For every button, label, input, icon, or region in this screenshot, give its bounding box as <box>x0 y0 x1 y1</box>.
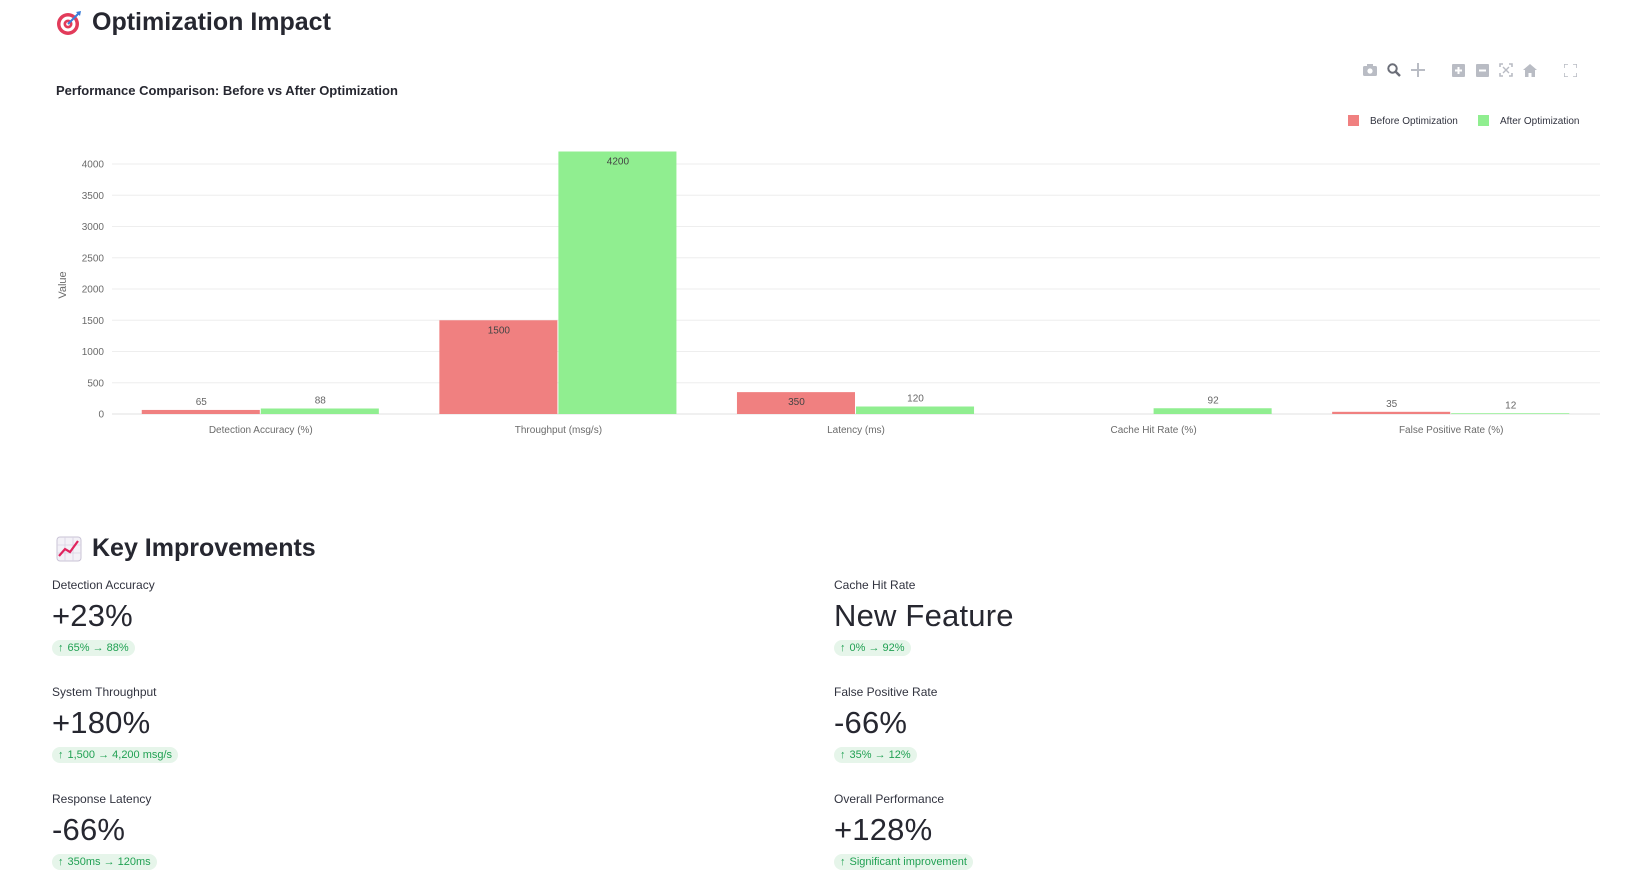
bar-after <box>558 151 677 414</box>
performance-chart: Performance Comparison: Before vs After … <box>0 80 1634 470</box>
metric-value: -66% <box>52 812 126 847</box>
metric-delta-text: 350ms → 120ms <box>67 856 151 868</box>
metric-delta-text: Significant improvement <box>849 856 967 868</box>
section-title-text: Key Improvements <box>92 534 316 562</box>
metric-value: -66% <box>834 705 908 740</box>
arrow-up-icon: ↑ <box>58 856 64 868</box>
y-tick-label: 2000 <box>82 285 105 296</box>
chart-increasing-icon <box>56 536 82 562</box>
metric-label: Response Latency <box>52 792 152 806</box>
bar-after <box>260 408 379 414</box>
x-tick-label: Detection Accuracy (%) <box>209 425 313 436</box>
metric-label: False Positive Rate <box>834 685 938 699</box>
legend-swatch <box>1348 115 1359 126</box>
data-label: 12 <box>1505 400 1517 411</box>
metric-response-latency: Response Latency -66% ↑ 350ms → 120ms <box>52 792 752 870</box>
y-tick-label: 3500 <box>82 191 105 202</box>
metric-delta-text: 0% → 92% <box>849 642 905 654</box>
metric-value: New Feature <box>834 598 1014 633</box>
y-tick-label: 0 <box>98 410 104 421</box>
legend-swatch <box>1478 115 1489 126</box>
metric-delta-text: 65% → 88% <box>67 642 129 654</box>
arrow-up-icon: ↑ <box>58 642 64 654</box>
x-tick-label: Latency (ms) <box>827 425 885 436</box>
metric-false-positive-rate: False Positive Rate -66% ↑ 35% → 12% <box>834 685 1534 763</box>
page-title: Optimization Impact <box>56 8 331 37</box>
data-label: 1500 <box>488 325 511 336</box>
metric-label: System Throughput <box>52 685 157 699</box>
metric-label: Overall Performance <box>834 792 945 806</box>
page-title-text: Optimization Impact <box>92 8 331 36</box>
y-tick-label: 3000 <box>82 222 105 233</box>
data-label: 92 <box>1208 395 1220 406</box>
bar-before <box>141 409 260 414</box>
metric-delta-text: 1,500 → 4,200 msg/s <box>67 749 173 761</box>
zoom-out-icon[interactable] <box>1474 62 1490 78</box>
y-tick-label: 1500 <box>82 316 105 327</box>
camera-icon[interactable] <box>1362 62 1378 78</box>
bar-after <box>856 406 975 414</box>
x-tick-label: Cache Hit Rate (%) <box>1111 425 1197 436</box>
metric-value: +128% <box>834 812 933 847</box>
y-tick-label: 1000 <box>82 347 105 358</box>
data-label: 88 <box>315 396 327 407</box>
arrow-up-icon: ↑ <box>840 642 846 654</box>
target-icon <box>56 10 82 36</box>
bar-after <box>1153 408 1272 414</box>
x-tick-label: False Positive Rate (%) <box>1399 425 1503 436</box>
arrow-up-icon: ↑ <box>840 856 846 868</box>
chart-modebar <box>1362 62 1578 78</box>
x-tick-label: Throughput (msg/s) <box>515 425 602 436</box>
reset-axes-icon[interactable] <box>1522 62 1538 78</box>
metric-delta-text: 35% → 12% <box>849 749 911 761</box>
metric-delta-badge: ↑ 0% → 92% <box>834 640 911 656</box>
legend-label: After Optimization <box>1500 116 1579 127</box>
y-tick-label: 4000 <box>82 160 105 171</box>
legend-label: Before Optimization <box>1370 116 1458 127</box>
metric-value: +180% <box>52 705 151 740</box>
metric-overall-performance: Overall Performance +128% ↑ Significant … <box>834 792 1534 870</box>
arrow-up-icon: ↑ <box>840 749 846 761</box>
metric-delta-badge: ↑ 350ms → 120ms <box>52 854 157 870</box>
y-axis-title: Value <box>57 271 69 298</box>
data-label: 120 <box>907 394 924 405</box>
autoscale-icon[interactable] <box>1498 62 1514 78</box>
bar-before <box>1332 411 1451 414</box>
zoom-in-icon[interactable] <box>1450 62 1466 78</box>
metric-delta-badge: ↑ 65% → 88% <box>52 640 135 656</box>
zoom-icon[interactable] <box>1386 62 1402 78</box>
metric-label: Detection Accuracy <box>52 578 155 592</box>
y-tick-label: 2500 <box>82 253 105 264</box>
fullscreen-icon[interactable] <box>1562 62 1578 78</box>
metric-value: +23% <box>52 598 133 633</box>
data-label: 35 <box>1386 399 1398 410</box>
pan-icon[interactable] <box>1410 62 1426 78</box>
data-label: 65 <box>196 397 208 408</box>
metric-cache-hit-rate: Cache Hit Rate New Feature ↑ 0% → 92% <box>834 578 1534 656</box>
metric-label: Cache Hit Rate <box>834 578 916 592</box>
y-tick-label: 500 <box>87 378 104 389</box>
section-title-key-improvements: Key Improvements <box>56 534 316 563</box>
data-label: 4200 <box>607 157 630 168</box>
metric-delta-badge: ↑ 1,500 → 4,200 msg/s <box>52 747 179 763</box>
bar-after <box>1451 413 1570 414</box>
metric-system-throughput: System Throughput +180% ↑ 1,500 → 4,200 … <box>52 685 752 763</box>
metric-delta-badge: ↑ 35% → 12% <box>834 747 917 763</box>
arrow-up-icon: ↑ <box>58 749 64 761</box>
bar-chart-svg: Performance Comparison: Before vs After … <box>56 83 1600 436</box>
chart-title: Performance Comparison: Before vs After … <box>56 83 398 98</box>
metric-delta-badge: ↑ Significant improvement <box>834 854 973 870</box>
metric-detection-accuracy: Detection Accuracy +23% ↑ 65% → 88% <box>52 578 752 656</box>
data-label: 350 <box>788 397 805 408</box>
